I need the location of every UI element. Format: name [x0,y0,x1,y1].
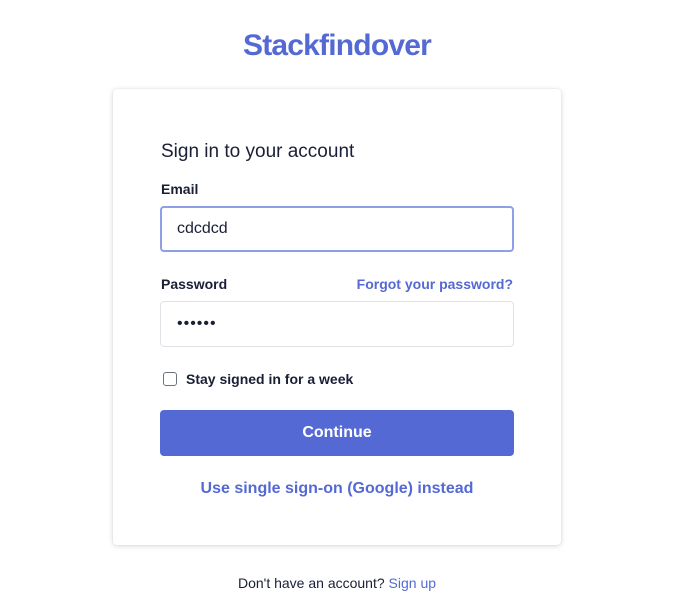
card-title: Sign in to your account [161,141,355,162]
brand-logo: Stackfindover [243,29,432,62]
signup-footer: Don't have an account? Sign up [0,574,674,592]
continue-button[interactable]: Continue [160,410,514,456]
signin-card: Sign in to your account Email Password F… [113,89,561,545]
signup-link[interactable]: Sign up [389,575,436,591]
email-field[interactable] [160,206,514,252]
email-label: Email [161,181,199,197]
password-label: Password [161,276,228,292]
sso-google-link[interactable]: Use single sign-on (Google) instead [113,479,561,499]
forgot-password-link[interactable]: Forgot your password? [357,275,513,293]
remember-label[interactable]: Stay signed in for a week [186,370,353,388]
remember-checkbox[interactable] [163,372,177,386]
password-field[interactable] [160,301,514,347]
signup-prompt: Don't have an account? [237,575,385,591]
remember-row: Stay signed in for a week [163,370,353,388]
signin-page: Stackfindover Sign in to your account Em… [0,0,674,613]
